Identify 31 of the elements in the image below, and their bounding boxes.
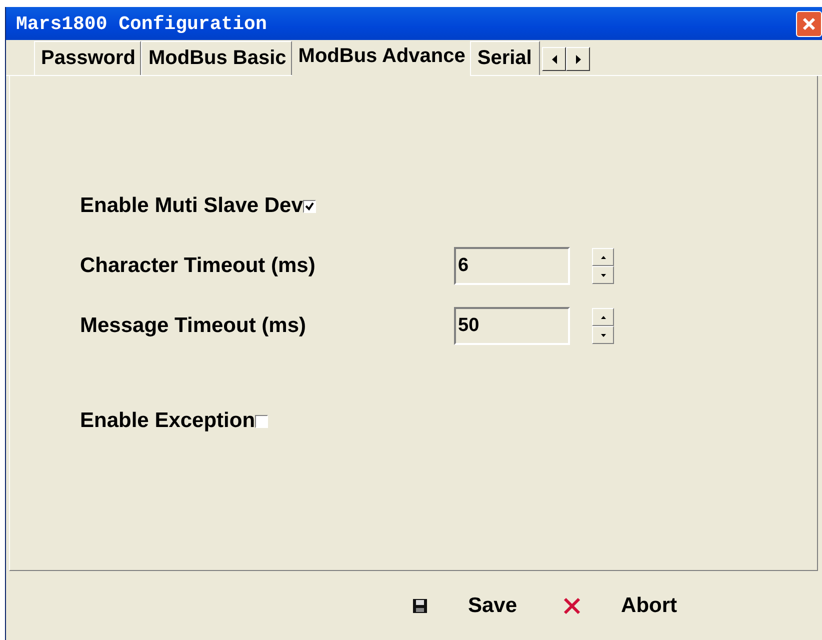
tab[interactable]: ModBus Basic — [141, 41, 292, 75]
check-icon — [304, 202, 314, 210]
input-field[interactable]: 6 — [454, 247, 570, 285]
tab[interactable]: ModBus Advance — [292, 43, 470, 76]
save-button[interactable]: Save — [406, 590, 524, 622]
close-button[interactable] — [796, 10, 822, 36]
setting-label: Enable Exception — [80, 409, 256, 433]
up-arrow-icon — [600, 256, 606, 258]
scroll-left-button[interactable] — [542, 47, 566, 71]
right-arrow-icon — [576, 54, 581, 64]
setting-label: Message Timeout (ms) — [80, 314, 308, 338]
abort-button[interactable]: Abort — [557, 590, 684, 622]
spin-up-button[interactable] — [592, 248, 614, 266]
checkbox[interactable] — [255, 414, 268, 428]
input-field[interactable]: 50 — [454, 307, 570, 345]
setting-label: Enable Muti Slave Dev — [80, 194, 303, 218]
checkbox[interactable] — [302, 200, 316, 212]
down-arrow-icon — [600, 274, 606, 276]
cross-icon — [563, 596, 582, 614]
close-icon — [801, 16, 817, 32]
tab[interactable]: Password — [34, 41, 142, 75]
up-arrow-icon — [600, 316, 606, 318]
left-arrow-icon — [552, 54, 557, 64]
setting-label: Character Timeout (ms) — [80, 254, 316, 278]
down-arrow-icon — [600, 334, 606, 336]
spin-down-button[interactable] — [592, 266, 614, 284]
spin-down-button[interactable] — [592, 326, 614, 344]
window-title: Mars1800 Configuration — [16, 12, 267, 34]
scroll-right-button[interactable] — [566, 47, 590, 71]
tab[interactable]: Serial — [470, 41, 540, 75]
spin-up-button[interactable] — [592, 308, 614, 326]
